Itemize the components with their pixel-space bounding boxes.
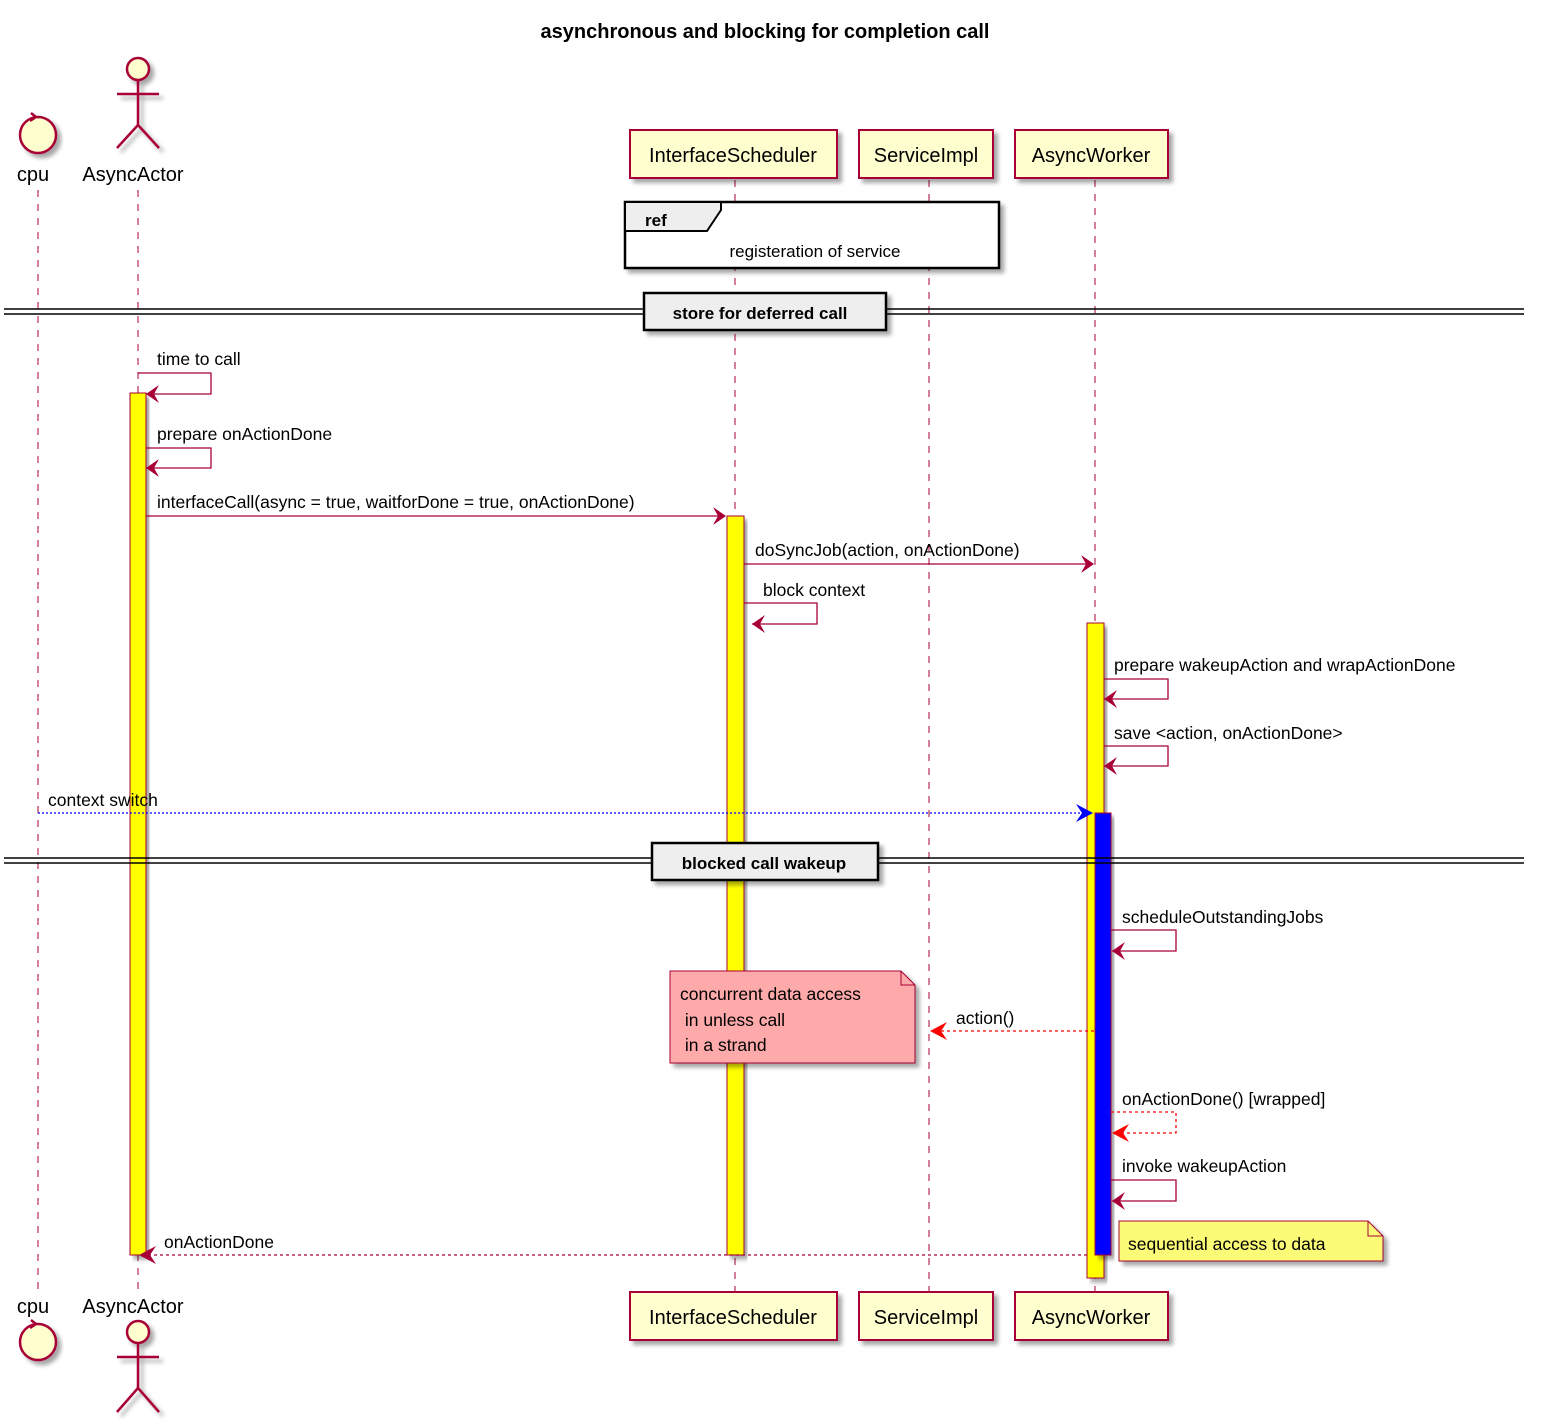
ref-tag: ref bbox=[645, 211, 667, 230]
participant-label: AsyncActor bbox=[82, 164, 183, 186]
message-label: invoke wakeupAction bbox=[1122, 1156, 1286, 1176]
participant-interface-scheduler-top[interactable]: InterfaceScheduler bbox=[629, 129, 838, 179]
arrow-head-icon bbox=[1112, 1124, 1129, 1142]
message-do-sync-job[interactable]: doSyncJob(action, onActionDone) bbox=[744, 540, 1094, 573]
message-label: onActionDone() [wrapped] bbox=[1122, 1089, 1325, 1109]
message-label: doSyncJob(action, onActionDone) bbox=[755, 540, 1020, 560]
message-label: interfaceCall(async = true, waitforDone … bbox=[157, 492, 635, 512]
message-label: time to call bbox=[157, 349, 241, 369]
participant-label: ServiceImpl bbox=[874, 1307, 978, 1329]
ref-tab bbox=[624, 201, 722, 232]
message-on-action-done-return[interactable]: onActionDone bbox=[139, 1232, 1087, 1264]
message-label: scheduleOutstandingJobs bbox=[1122, 907, 1324, 927]
divider-blocked-call-wakeup: blocked call wakeup bbox=[4, 841, 1524, 882]
message-label: onActionDone bbox=[164, 1232, 274, 1252]
divider-store-for-deferred-call: store for deferred call bbox=[4, 291, 1524, 332]
note-line: sequential access to data bbox=[1128, 1234, 1326, 1254]
messages: time to call prepare onActionDone interf… bbox=[38, 349, 1455, 822]
participant-cpu-top[interactable]: cpu bbox=[17, 112, 58, 186]
message-schedule-outstanding-jobs[interactable]: scheduleOutstandingJobs bbox=[1111, 907, 1324, 960]
message-prepare-on-action-done[interactable]: prepare onActionDone bbox=[146, 424, 332, 477]
message-label: prepare wakeupAction and wrapActionDone bbox=[1114, 655, 1455, 675]
message-label: prepare onActionDone bbox=[157, 424, 332, 444]
note-sequential-access: sequential access to data bbox=[1118, 1220, 1384, 1262]
ref-text: registeration of service bbox=[729, 242, 900, 261]
message-block-context[interactable]: block context bbox=[744, 580, 865, 633]
message-prepare-wakeup-action[interactable]: prepare wakeupAction and wrapActionDone bbox=[1104, 655, 1455, 708]
participant-label: cpu bbox=[17, 164, 49, 186]
participant-async-worker-bottom[interactable]: AsyncWorker bbox=[1014, 1291, 1169, 1341]
note-line: concurrent data access bbox=[680, 984, 861, 1004]
participant-label: AsyncActor bbox=[82, 1296, 183, 1318]
control-icon bbox=[18, 112, 58, 155]
message-on-action-done-wrapped[interactable]: onActionDone() [wrapped] bbox=[1111, 1089, 1325, 1142]
participant-label: InterfaceScheduler bbox=[649, 1307, 817, 1329]
actor-icon bbox=[116, 56, 160, 149]
participant-interface-scheduler-bottom[interactable]: InterfaceScheduler bbox=[629, 1291, 838, 1341]
participant-label: cpu bbox=[17, 1296, 49, 1318]
participant-label: ServiceImpl bbox=[874, 145, 978, 167]
message-interface-call[interactable]: interfaceCall(async = true, waitforDone … bbox=[146, 492, 726, 525]
message-invoke-wakeup-action[interactable]: invoke wakeupAction bbox=[1111, 1156, 1286, 1210]
participant-cpu-bottom[interactable]: cpu bbox=[17, 1296, 58, 1362]
activations bbox=[129, 392, 1112, 1279]
participant-label: InterfaceScheduler bbox=[649, 145, 817, 167]
participant-async-actor-top[interactable]: AsyncActor bbox=[82, 56, 184, 186]
message-action-call[interactable]: action() bbox=[930, 1008, 1094, 1040]
divider-label: store for deferred call bbox=[673, 304, 848, 323]
message-context-switch[interactable]: context switch bbox=[38, 790, 1093, 822]
participant-service-impl-bottom[interactable]: ServiceImpl bbox=[858, 1291, 994, 1341]
participant-async-worker-top[interactable]: AsyncWorker bbox=[1014, 129, 1169, 179]
message-label: context switch bbox=[48, 790, 158, 810]
activation-async-actor bbox=[129, 392, 147, 1256]
note-line: in a strand bbox=[680, 1035, 767, 1055]
participant-async-actor-bottom[interactable]: AsyncActor bbox=[82, 1296, 184, 1413]
activation-interface-scheduler bbox=[726, 515, 745, 1256]
lifelines bbox=[37, 180, 1096, 1292]
messages-after-wakeup: scheduleOutstandingJobs concurrent data … bbox=[139, 907, 1384, 1264]
divider-label: blocked call wakeup bbox=[682, 854, 846, 873]
message-label: save <action, onActionDone> bbox=[1114, 723, 1343, 743]
message-save-action[interactable]: save <action, onActionDone> bbox=[1104, 723, 1343, 775]
actor-icon bbox=[116, 1319, 160, 1413]
sequence-diagram: asynchronous and blocking for completion… bbox=[4, 21, 1524, 1413]
ref-frame[interactable]: ref registeration of service bbox=[623, 200, 1001, 270]
message-time-to-call[interactable]: time to call bbox=[138, 349, 241, 403]
participant-label: AsyncWorker bbox=[1032, 1307, 1151, 1329]
diagram-title: asynchronous and blocking for completion… bbox=[541, 21, 990, 43]
activation-async-worker-nested bbox=[1094, 812, 1112, 1256]
control-icon bbox=[18, 1319, 58, 1362]
message-label: action() bbox=[956, 1008, 1014, 1028]
arrow-head-icon bbox=[930, 1022, 947, 1040]
message-label: block context bbox=[763, 580, 865, 600]
participant-label: AsyncWorker bbox=[1032, 145, 1151, 167]
participant-service-impl-top[interactable]: ServiceImpl bbox=[858, 129, 994, 179]
note-line: in unless call bbox=[680, 1010, 785, 1030]
note-concurrent-data-access: concurrent data access in unless call in… bbox=[669, 970, 916, 1064]
